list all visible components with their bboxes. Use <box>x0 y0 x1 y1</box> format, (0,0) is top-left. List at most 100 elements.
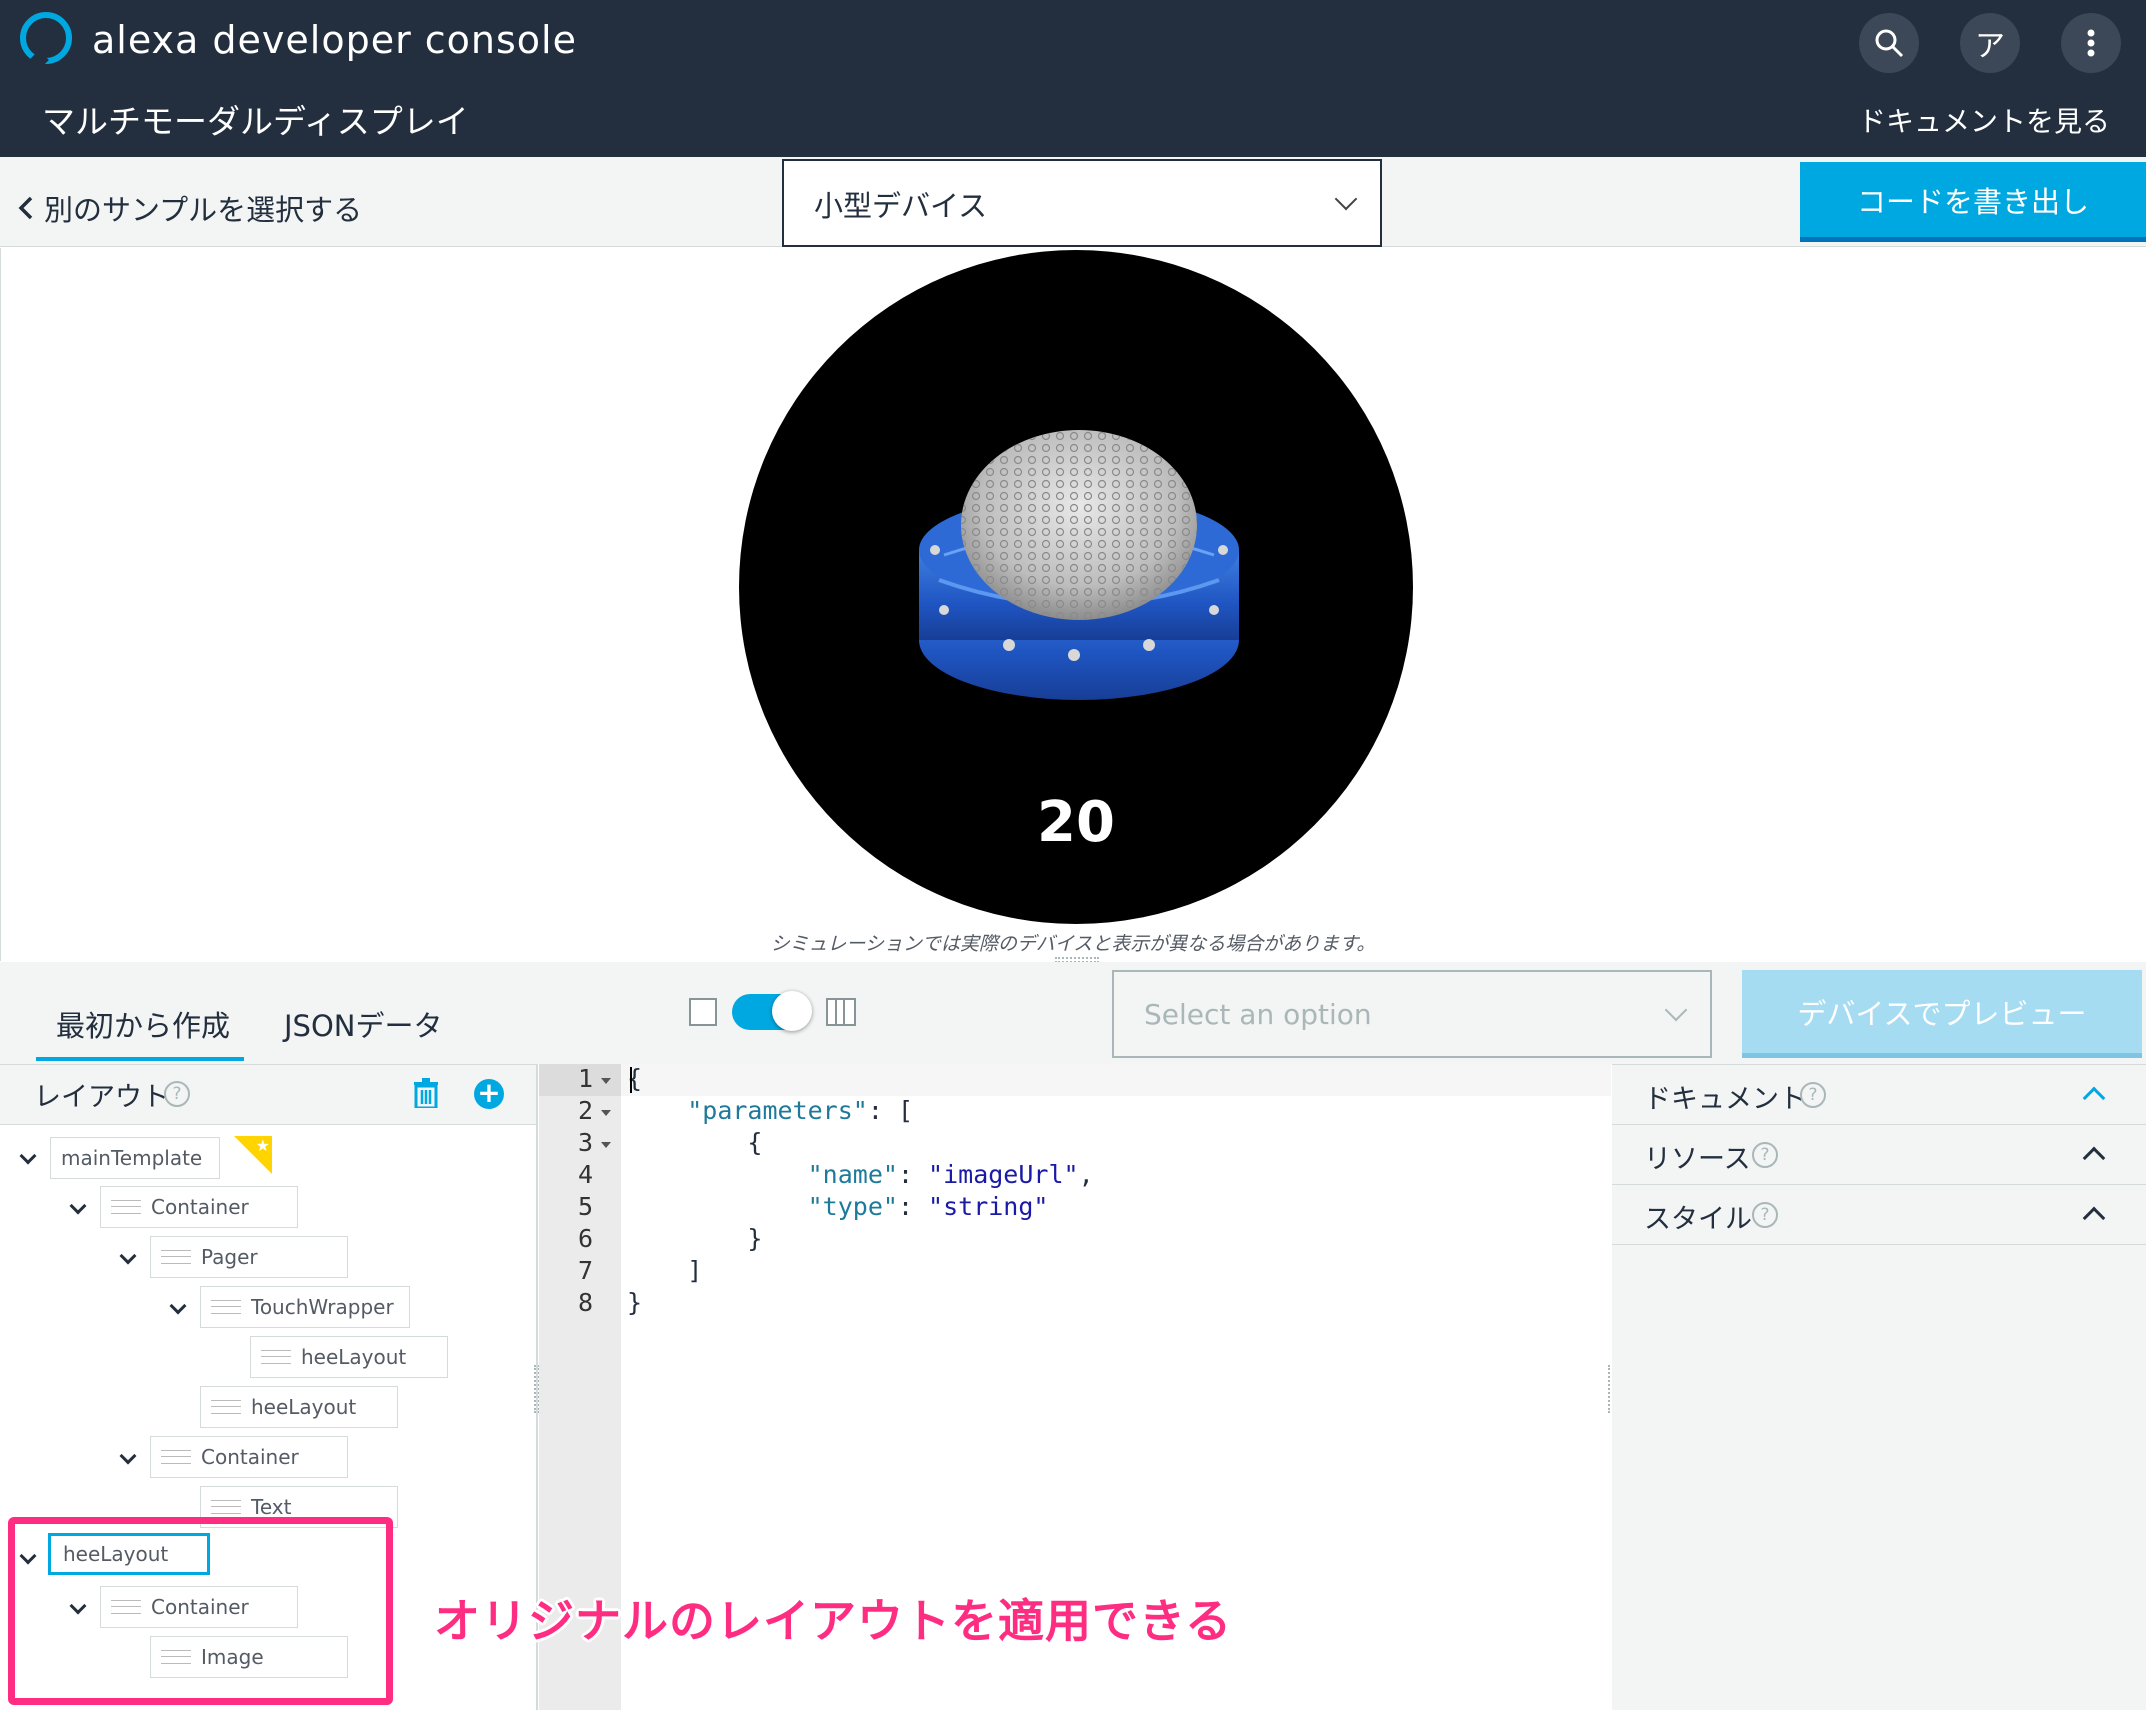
add-component-button[interactable]: + <box>474 1079 504 1109</box>
chevron-down-icon <box>1334 187 1358 211</box>
tree-node-label: heeLayout <box>251 1395 357 1419</box>
drag-handle-icon[interactable] <box>211 1400 241 1414</box>
more-vertical-icon <box>2087 29 2095 57</box>
json-key: "parameters" <box>687 1096 868 1125</box>
code-line: { <box>627 1128 763 1157</box>
search-icon <box>1875 29 1904 58</box>
help-icon[interactable]: ? <box>164 1081 190 1107</box>
drag-handle-icon[interactable] <box>211 1300 241 1314</box>
code-line: ] <box>627 1256 703 1285</box>
active-line-highlight <box>621 1064 1611 1096</box>
tree-node-label: Container <box>201 1445 299 1469</box>
tree-node-maintemplate[interactable]: mainTemplate ★ <box>50 1136 272 1179</box>
tree-node-container[interactable]: Container <box>150 1436 348 1478</box>
page-title: マルチモーダルディスプレイ <box>42 102 469 141</box>
section-label: スタイル <box>1644 1204 1752 1235</box>
annotation-text: オリジナルのレイアウトを適用できる <box>434 1594 1233 1648</box>
tree-node-touchwrapper[interactable]: TouchWrapper <box>200 1286 410 1328</box>
json-string: "imageUrl" <box>928 1160 1079 1189</box>
help-icon[interactable]: ? <box>1800 1082 1826 1108</box>
tab-json-data[interactable]: JSONデータ <box>284 1003 442 1045</box>
highlight-annotation-box <box>8 1517 393 1705</box>
tree-node-heelayout[interactable]: heeLayout <box>250 1336 448 1378</box>
device-image <box>919 430 1239 700</box>
json-string: "string" <box>928 1192 1049 1221</box>
device-counter-text: 20 <box>1037 790 1115 855</box>
drag-handle-icon[interactable] <box>211 1500 241 1514</box>
export-code-button[interactable]: コードを書き出し <box>1800 162 2146 242</box>
device-select-value: 小型デバイス <box>814 189 988 223</box>
top-header: alexa developer console マルチモーダルディスプレイ ア … <box>0 0 2146 157</box>
active-tab-indicator <box>36 1057 244 1061</box>
json-key: "type" <box>807 1192 898 1221</box>
code-line: } <box>627 1224 763 1253</box>
chevron-down-icon[interactable] <box>119 1447 137 1465</box>
fold-arrow-icon[interactable] <box>601 1110 611 1116</box>
view-mode-toggle[interactable] <box>732 991 812 1031</box>
documentation-link[interactable]: ドキュメントを見る <box>1858 100 2110 140</box>
app-title[interactable]: alexa developer console <box>92 18 577 62</box>
device-select[interactable]: 小型デバイス <box>782 159 1382 247</box>
delete-component-button[interactable] <box>413 1078 439 1116</box>
tree-node-label: mainTemplate <box>61 1146 203 1170</box>
tree-node-label: Pager <box>201 1245 258 1269</box>
text-cursor <box>630 1067 632 1093</box>
chevron-up-icon[interactable] <box>2082 1206 2106 1230</box>
code-line: "parameters": [ <box>687 1096 913 1125</box>
chevron-down-icon[interactable] <box>69 1197 87 1215</box>
layout-panel-header: レイアウト ? + <box>0 1065 536 1125</box>
properties-panel: ドキュメント ? リソース ? スタイル ? <box>1612 1064 2146 1710</box>
line-number: 5 <box>577 1192 593 1221</box>
section-document[interactable]: ドキュメント ? <box>1612 1065 2146 1125</box>
toggle-knob <box>772 991 812 1031</box>
tree-node-label: Text <box>251 1495 292 1519</box>
tree-node-pager[interactable]: Pager <box>150 1236 348 1278</box>
chevron-left-icon <box>18 196 33 220</box>
tree-node-label: TouchWrapper <box>251 1295 394 1319</box>
preview-on-device-button[interactable]: デバイスでプレビュー <box>1742 970 2142 1058</box>
fold-arrow-icon[interactable] <box>601 1078 611 1084</box>
drag-handle-icon[interactable] <box>111 1200 141 1214</box>
line-number: 3 <box>577 1128 593 1157</box>
line-number: 8 <box>577 1288 593 1317</box>
section-resources[interactable]: リソース ? <box>1612 1125 2146 1185</box>
trash-icon <box>414 1078 438 1110</box>
help-icon[interactable]: ? <box>1752 1142 1778 1168</box>
star-icon: ★ <box>234 1136 272 1174</box>
section-label: ドキュメント <box>1644 1084 1806 1115</box>
drag-handle-icon[interactable] <box>161 1450 191 1464</box>
section-styles[interactable]: スタイル ? <box>1612 1185 2146 1245</box>
fold-arrow-icon[interactable] <box>601 1142 611 1148</box>
line-number: 1 <box>577 1064 593 1093</box>
back-link-label: 別のサンプルを選択する <box>44 193 363 227</box>
search-button[interactable] <box>1859 13 1919 73</box>
tree-node-container[interactable]: Container <box>100 1186 298 1228</box>
drag-handle-icon[interactable] <box>261 1350 291 1364</box>
layout-panel-title: レイアウト <box>34 1082 169 1113</box>
chevron-up-icon[interactable] <box>2082 1146 2106 1170</box>
simulation-note: シミュレーションでは実際のデバイスと表示が異なる場合があります。 <box>770 933 1376 955</box>
split-pane-view-icon[interactable] <box>826 998 856 1026</box>
chevron-down-icon[interactable] <box>19 1147 37 1165</box>
profile-button[interactable]: ア <box>1960 13 2020 73</box>
line-number: 6 <box>577 1224 593 1253</box>
chevron-up-icon[interactable] <box>2082 1086 2106 1110</box>
alexa-logo-icon[interactable] <box>20 12 72 64</box>
option-select[interactable]: Select an option <box>1112 970 1712 1058</box>
tree-node-heelayout[interactable]: heeLayout <box>200 1386 398 1428</box>
line-number: 4 <box>577 1160 593 1189</box>
single-pane-view-icon[interactable] <box>689 998 717 1026</box>
line-number: 2 <box>577 1096 593 1125</box>
chevron-down-icon[interactable] <box>119 1247 137 1265</box>
chevron-down-icon[interactable] <box>169 1297 187 1315</box>
round-device-screen: 20 <box>739 250 1413 924</box>
code-line: "type": "string" <box>807 1192 1049 1221</box>
choose-other-sample-link[interactable]: 別のサンプルを選択する <box>18 187 362 229</box>
section-label: リソース <box>1644 1144 1751 1175</box>
tab-create-from-scratch[interactable]: 最初から作成 <box>56 1003 230 1045</box>
code-line: } <box>627 1288 643 1317</box>
more-menu-button[interactable] <box>2061 13 2121 73</box>
drag-handle-icon[interactable] <box>161 1250 191 1264</box>
help-icon[interactable]: ? <box>1752 1202 1778 1228</box>
code-line: "name": "imageUrl", <box>807 1160 1094 1189</box>
